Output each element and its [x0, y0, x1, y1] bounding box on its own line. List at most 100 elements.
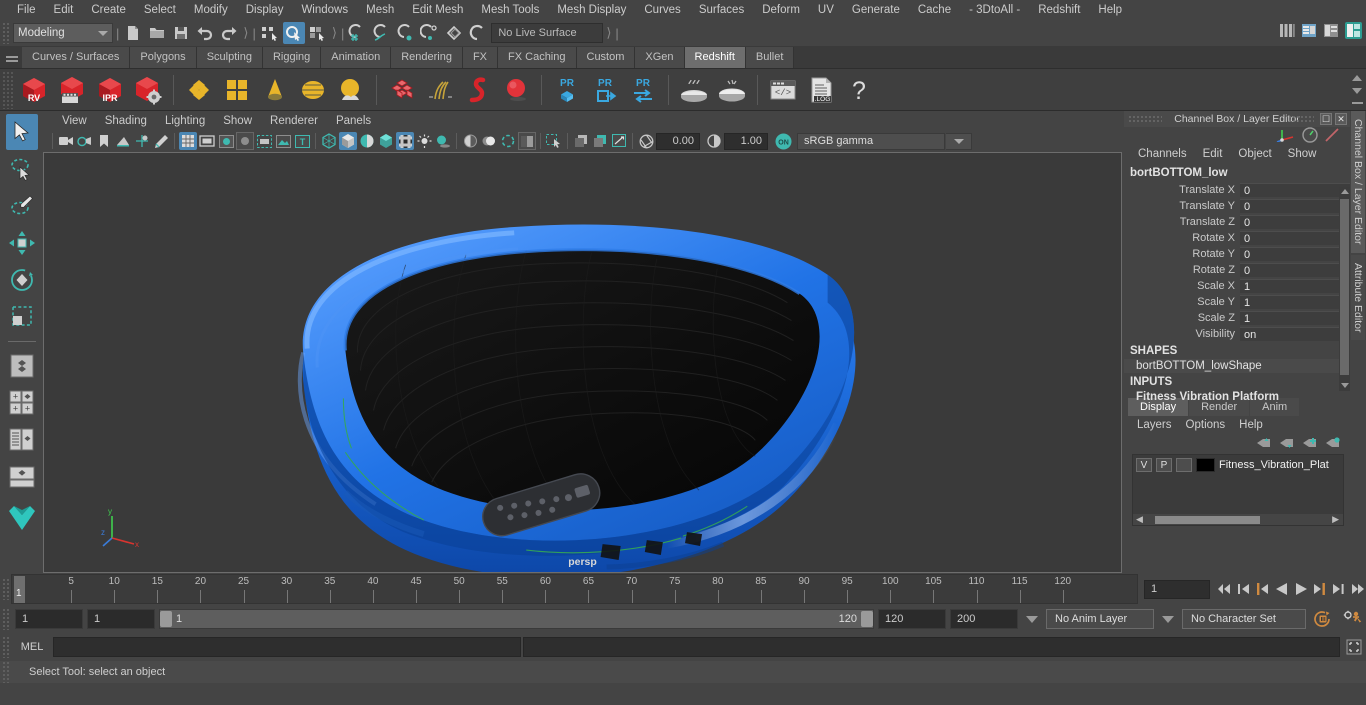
channel-box-menu-channels[interactable]: Channels: [1130, 148, 1195, 160]
lasso-select-tool-icon[interactable]: [6, 151, 38, 187]
redshift-render-sequence-icon[interactable]: [54, 72, 90, 108]
redshift-hair-icon[interactable]: [422, 72, 458, 108]
channel-box-scroll-thumb[interactable]: [1340, 199, 1349, 375]
shelf-tab-fx[interactable]: FX: [462, 47, 499, 68]
layer-playback-toggle[interactable]: P: [1156, 458, 1172, 472]
live-surface-field[interactable]: No Live Surface: [491, 23, 604, 43]
paint-select-tool-icon[interactable]: [6, 188, 38, 224]
playback-end-time-field[interactable]: 120: [878, 609, 946, 629]
vtab-attribute-editor[interactable]: Attribute Editor: [1351, 254, 1365, 340]
xray-active-components-icon[interactable]: [274, 132, 292, 150]
make-live-icon[interactable]: [467, 22, 489, 44]
step-back-keyframe-icon[interactable]: [1235, 579, 1252, 599]
channel-row[interactable]: Rotate Z 0: [1124, 262, 1350, 278]
shelf-tab-redshift[interactable]: Redshift: [684, 47, 746, 68]
save-scene-icon[interactable]: [170, 22, 192, 44]
speed-gauge-icon[interactable]: [1302, 127, 1318, 143]
new-scene-icon[interactable]: [122, 22, 144, 44]
shelf-tab-sculpting[interactable]: Sculpting: [196, 47, 263, 68]
channel-value[interactable]: 0: [1240, 183, 1350, 197]
shelf-scroll-up-icon[interactable]: [1352, 74, 1362, 81]
layer-visibility-toggle[interactable]: V: [1136, 458, 1152, 472]
select-camera-icon[interactable]: [57, 132, 75, 150]
shaded-wireframe-icon[interactable]: [358, 132, 376, 150]
multisample-aa-icon[interactable]: [499, 132, 517, 150]
undock-panel-icon[interactable]: ☐: [1320, 113, 1332, 125]
auto-keyframe-toggle-icon[interactable]: [1310, 610, 1336, 628]
layer-name[interactable]: Fitness_Vibration_Plat: [1219, 459, 1329, 471]
viewport-menu-shading[interactable]: Shading: [96, 115, 156, 127]
film-gate-icon[interactable]: [198, 132, 216, 150]
menu-help[interactable]: Help: [1089, 0, 1131, 20]
layer-row[interactable]: V P Fitness_Vibration_Plat: [1133, 455, 1343, 475]
animation-preferences-icon[interactable]: [1340, 610, 1366, 628]
color-transform-chevron-icon[interactable]: [946, 132, 972, 150]
redshift-pr-transfer-icon[interactable]: PR: [625, 72, 661, 108]
redshift-dome-light-icon[interactable]: [295, 72, 331, 108]
status-line-grip[interactable]: [2, 22, 11, 44]
menu-deform[interactable]: Deform: [753, 0, 809, 20]
time-slider[interactable]: 5 10 15 20 25 30 35 40 45 50 55 60 65 70 75 80 85 90 95 100…: [11, 574, 1138, 604]
xray-joint-mode-icon[interactable]: [591, 132, 609, 150]
range-slider-grip[interactable]: [2, 608, 11, 630]
redshift-sphere-icon[interactable]: [498, 72, 534, 108]
channel-row[interactable]: Visibility on: [1124, 326, 1350, 342]
menu-create[interactable]: Create: [82, 0, 135, 20]
channel-value[interactable]: 0: [1240, 247, 1350, 261]
script-editor-icon[interactable]: [1342, 639, 1366, 655]
command-output-field[interactable]: [523, 637, 1340, 657]
manipulator-axes-icon[interactable]: [1276, 128, 1296, 142]
screen-space-ao-icon[interactable]: [461, 132, 479, 150]
rotate-tool-icon[interactable]: [6, 262, 38, 298]
shelf-tab-rendering[interactable]: Rendering: [391, 47, 463, 68]
redshift-help-icon[interactable]: ?: [841, 72, 877, 108]
menu-mesh-tools[interactable]: Mesh Tools: [472, 0, 548, 20]
channel-box-menu-object[interactable]: Object: [1230, 148, 1279, 160]
playback-start-time-field[interactable]: 1: [87, 609, 155, 629]
use-all-lights-icon[interactable]: [415, 132, 433, 150]
range-start-handle[interactable]: [160, 611, 172, 627]
move-tool-icon[interactable]: [6, 225, 38, 261]
scale-tool-icon[interactable]: [6, 299, 38, 335]
shelf-tab-rigging[interactable]: Rigging: [262, 47, 322, 68]
layer-menu-layers[interactable]: Layers: [1130, 419, 1179, 431]
3d-viewport[interactable]: y x z persp: [43, 152, 1122, 573]
motion-blur-icon[interactable]: [480, 132, 498, 150]
layer-shading-toggle[interactable]: [1176, 458, 1192, 472]
scroll-left-icon[interactable]: ◀: [1136, 514, 1143, 525]
character-set-selector[interactable]: No Character Set: [1182, 609, 1306, 629]
shelf-tab-animation[interactable]: Animation: [321, 47, 392, 68]
resolution-gate-icon[interactable]: [217, 132, 235, 150]
open-scene-icon[interactable]: [146, 22, 168, 44]
redshift-render-view-icon[interactable]: RV: [16, 72, 52, 108]
channel-box-menu-show[interactable]: Show: [1280, 148, 1325, 160]
shelf-tab-fx-caching[interactable]: FX Caching: [498, 47, 577, 68]
viewport-menu-renderer[interactable]: Renderer: [261, 115, 327, 127]
channel-row[interactable]: Scale Z 1: [1124, 310, 1350, 326]
menu-surfaces[interactable]: Surfaces: [690, 0, 753, 20]
menu-edit[interactable]: Edit: [45, 0, 83, 20]
new-layer-icon[interactable]: [1302, 437, 1317, 449]
gate-mask-icon[interactable]: [236, 132, 254, 150]
two-d-pan-zoom-icon[interactable]: [133, 132, 151, 150]
channel-box-shape-name[interactable]: bortBOTTOM_lowShape: [1124, 359, 1350, 373]
wireframe-shading-icon[interactable]: [320, 132, 338, 150]
command-input-field[interactable]: [53, 637, 521, 657]
shelf-tab-curves-surfaces[interactable]: Curves / Surfaces: [22, 47, 131, 68]
layer-list-hscrollbar[interactable]: ◀ ▶: [1133, 514, 1343, 525]
channel-value[interactable]: 0: [1240, 263, 1350, 277]
step-forward-keyframe-icon[interactable]: [1330, 579, 1347, 599]
panel-grip-left[interactable]: [1128, 115, 1162, 123]
layer-scroll-thumb[interactable]: [1154, 515, 1260, 524]
toggle-tool-settings-icon[interactable]: [1320, 19, 1342, 41]
play-backwards-icon[interactable]: [1273, 579, 1290, 599]
move-layer-down-icon[interactable]: [1279, 437, 1294, 449]
exposure-icon[interactable]: [637, 132, 655, 150]
snap-to-point-icon[interactable]: [395, 22, 417, 44]
new-layer-from-selected-icon[interactable]: [1325, 437, 1340, 449]
menu-windows[interactable]: Windows: [292, 0, 357, 20]
shelf-tab-custom[interactable]: Custom: [576, 47, 636, 68]
viewport-menu-view[interactable]: View: [53, 115, 96, 127]
time-slider-grip[interactable]: [2, 578, 11, 600]
toggle-channel-box-icon[interactable]: [1342, 19, 1364, 41]
